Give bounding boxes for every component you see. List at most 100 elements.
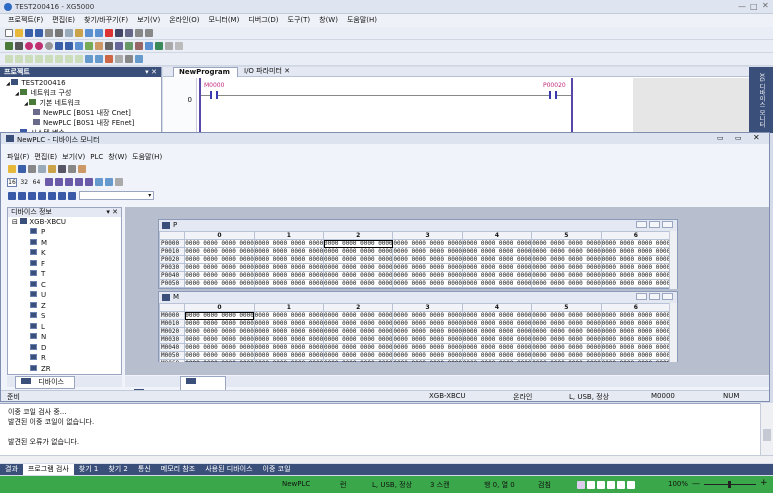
- dm-format-string-icon[interactable]: [84, 178, 93, 186]
- device-value-cell[interactable]: 0000 0000 0000 0000: [531, 319, 602, 328]
- dm-find-icon[interactable]: [58, 165, 66, 173]
- scroll-thumb[interactable]: [763, 429, 771, 441]
- device-value-cell[interactable]: 0000 0000 0000 0000: [600, 319, 672, 328]
- device-value-cell[interactable]: 0000 0000 0000 0000: [600, 255, 672, 264]
- project-tree-item[interactable]: NewPLC [B0S1 내장 FEnet]: [0, 119, 161, 129]
- device-value-cell[interactable]: 0000 0000 0000 0000: [184, 351, 255, 360]
- monitor-icon[interactable]: [75, 42, 83, 50]
- print-icon[interactable]: [45, 29, 53, 37]
- dm-cut-icon[interactable]: [28, 165, 36, 173]
- contact-nc-icon[interactable]: [15, 55, 23, 63]
- menu-view[interactable]: 보기(V): [137, 16, 160, 24]
- device-value-cell[interactable]: 0000 0000 0000 0000: [600, 271, 672, 280]
- device-value-cell[interactable]: 0000 0000 0000 0000: [461, 327, 533, 336]
- dm-reset-icon[interactable]: [114, 178, 123, 186]
- device-value-cell[interactable]: 0000 0000 0000 0000: [461, 247, 533, 256]
- device-item[interactable]: L: [30, 322, 121, 333]
- io-icon[interactable]: [125, 42, 133, 50]
- tree-expand-icon[interactable]: ⊟: [12, 218, 18, 226]
- dm-menu-help[interactable]: 도움말(H): [132, 153, 162, 161]
- device-value-cell[interactable]: 0000 0000 0000 0000: [461, 311, 533, 320]
- dm-format-bin-icon[interactable]: [44, 178, 53, 186]
- device-value-cell[interactable]: 0000 0000 0000 0000: [323, 327, 394, 336]
- m-window-minimize[interactable]: [636, 293, 647, 300]
- device-value-cell[interactable]: 0000 0000 0000 0000: [253, 247, 325, 256]
- trend-icon[interactable]: [165, 42, 173, 50]
- menu-online[interactable]: 온라인(O): [169, 16, 199, 24]
- device-item[interactable]: F: [30, 259, 121, 270]
- maximize-button[interactable]: □: [750, 2, 758, 11]
- tab-newprogram[interactable]: NewProgram ✕: [173, 67, 238, 85]
- device-value-cell[interactable]: 0000 0000 0000 0000: [323, 239, 394, 248]
- device-item[interactable]: N: [30, 332, 121, 343]
- device-monitor-minimize[interactable]: ▭: [717, 134, 724, 142]
- output-tab[interactable]: 사용된 디바이스: [200, 464, 257, 475]
- dm-help-icon[interactable]: [78, 165, 86, 173]
- dm-format-select[interactable]: ▾: [79, 191, 155, 200]
- plc-icon[interactable]: [15, 42, 23, 50]
- menu-project[interactable]: 프로젝트(F): [8, 16, 43, 24]
- run-icon[interactable]: [25, 42, 33, 50]
- device-value-cell[interactable]: 0000 0000 0000 0000: [600, 311, 672, 320]
- device-item[interactable]: R: [30, 353, 121, 364]
- dm-device-icon[interactable]: [28, 192, 36, 200]
- output-vscroll[interactable]: [760, 403, 773, 463]
- device-value-cell[interactable]: 0000 0000 0000 0000: [392, 239, 463, 248]
- device-value-cell[interactable]: 0000 0000 0000 0000: [461, 359, 533, 362]
- device-value-cell[interactable]: 0000 0000 0000 0000: [253, 319, 325, 328]
- device-item[interactable]: T: [30, 269, 121, 280]
- device-tree-root[interactable]: ⊟ XGB-XBCU: [12, 218, 121, 227]
- device-value-cell[interactable]: 0000 0000 0000 0000: [600, 247, 672, 256]
- device-value-cell[interactable]: 0000 0000 0000 0000: [392, 271, 463, 280]
- device-value-cell[interactable]: 0000 0000 0000 0000: [531, 263, 602, 272]
- p-window-maximize[interactable]: [649, 221, 660, 228]
- device-value-cell[interactable]: 0000 0000 0000 0000: [531, 255, 602, 264]
- save-all-icon[interactable]: [35, 29, 43, 37]
- p-window-close[interactable]: [662, 221, 673, 228]
- redo-icon[interactable]: [95, 29, 103, 37]
- dm-grid-icon[interactable]: [38, 192, 46, 200]
- dm-menu-plc[interactable]: PLC: [90, 153, 103, 161]
- layout-icon-1[interactable]: [577, 481, 585, 489]
- menu-help[interactable]: 도움말(H): [347, 16, 377, 24]
- device-value-cell[interactable]: 0000 0000 0000 0000: [323, 263, 394, 272]
- p-grid-scrollbar[interactable]: [669, 231, 677, 289]
- device-value-cell[interactable]: 0000 0000 0000 0000: [253, 271, 325, 280]
- dm-format-float-icon[interactable]: [74, 178, 83, 186]
- layout-icon-4[interactable]: [607, 481, 615, 489]
- ladder-icon[interactable]: [105, 42, 113, 50]
- save-icon[interactable]: [25, 29, 33, 37]
- output-hscroll[interactable]: [0, 455, 773, 463]
- device-value-cell[interactable]: 0000 0000 0000 0000: [392, 247, 463, 256]
- dm-format-hex-icon[interactable]: [64, 178, 73, 186]
- device-value-cell[interactable]: 0000 0000 0000 0000: [531, 351, 602, 360]
- dev-icon[interactable]: [145, 42, 153, 50]
- device-value-cell[interactable]: 0000 0000 0000 0000: [253, 255, 325, 264]
- device-value-cell[interactable]: 0000 0000 0000 0000: [253, 335, 325, 344]
- dm-menu-file[interactable]: 파일(F): [7, 153, 29, 161]
- param-icon[interactable]: [135, 42, 143, 50]
- device-value-cell[interactable]: 0000 0000 0000 0000: [253, 279, 325, 288]
- device-value-cell[interactable]: 0000 0000 0000 0000: [323, 247, 394, 256]
- device-value-cell[interactable]: 0000 0000 0000 0000: [323, 343, 394, 352]
- compile-icon[interactable]: [85, 42, 93, 50]
- paste-icon[interactable]: [75, 29, 83, 37]
- device-item[interactable]: K: [30, 248, 121, 259]
- output-tab[interactable]: 결과: [0, 464, 23, 475]
- output-tab[interactable]: 찾기 2: [103, 464, 133, 475]
- device-value-cell[interactable]: 0000 0000 0000 0000: [392, 311, 463, 320]
- device-value-cell[interactable]: 0000 0000 0000 0000: [323, 279, 394, 288]
- dm-paste-icon[interactable]: [48, 165, 56, 173]
- output-tab[interactable]: 메모리 참조: [156, 464, 200, 475]
- new-icon[interactable]: [5, 29, 13, 37]
- find-icon[interactable]: [115, 29, 123, 37]
- dm-cascade-icon[interactable]: [8, 192, 16, 200]
- zoom-in-button[interactable]: +: [760, 478, 768, 488]
- device-value-cell[interactable]: 0000 0000 0000 0000: [253, 327, 325, 336]
- project-tree-item[interactable]: NewPLC [B0S1 내장 Cnet]: [0, 109, 161, 119]
- device-value-cell[interactable]: 0000 0000 0000 0000: [392, 319, 463, 328]
- device-value-cell[interactable]: 0000 0000 0000 0000: [600, 279, 672, 288]
- zoom-out-button[interactable]: —: [692, 479, 700, 488]
- output-tab[interactable]: 찾기 1: [74, 464, 104, 475]
- graph-icon[interactable]: [155, 42, 163, 50]
